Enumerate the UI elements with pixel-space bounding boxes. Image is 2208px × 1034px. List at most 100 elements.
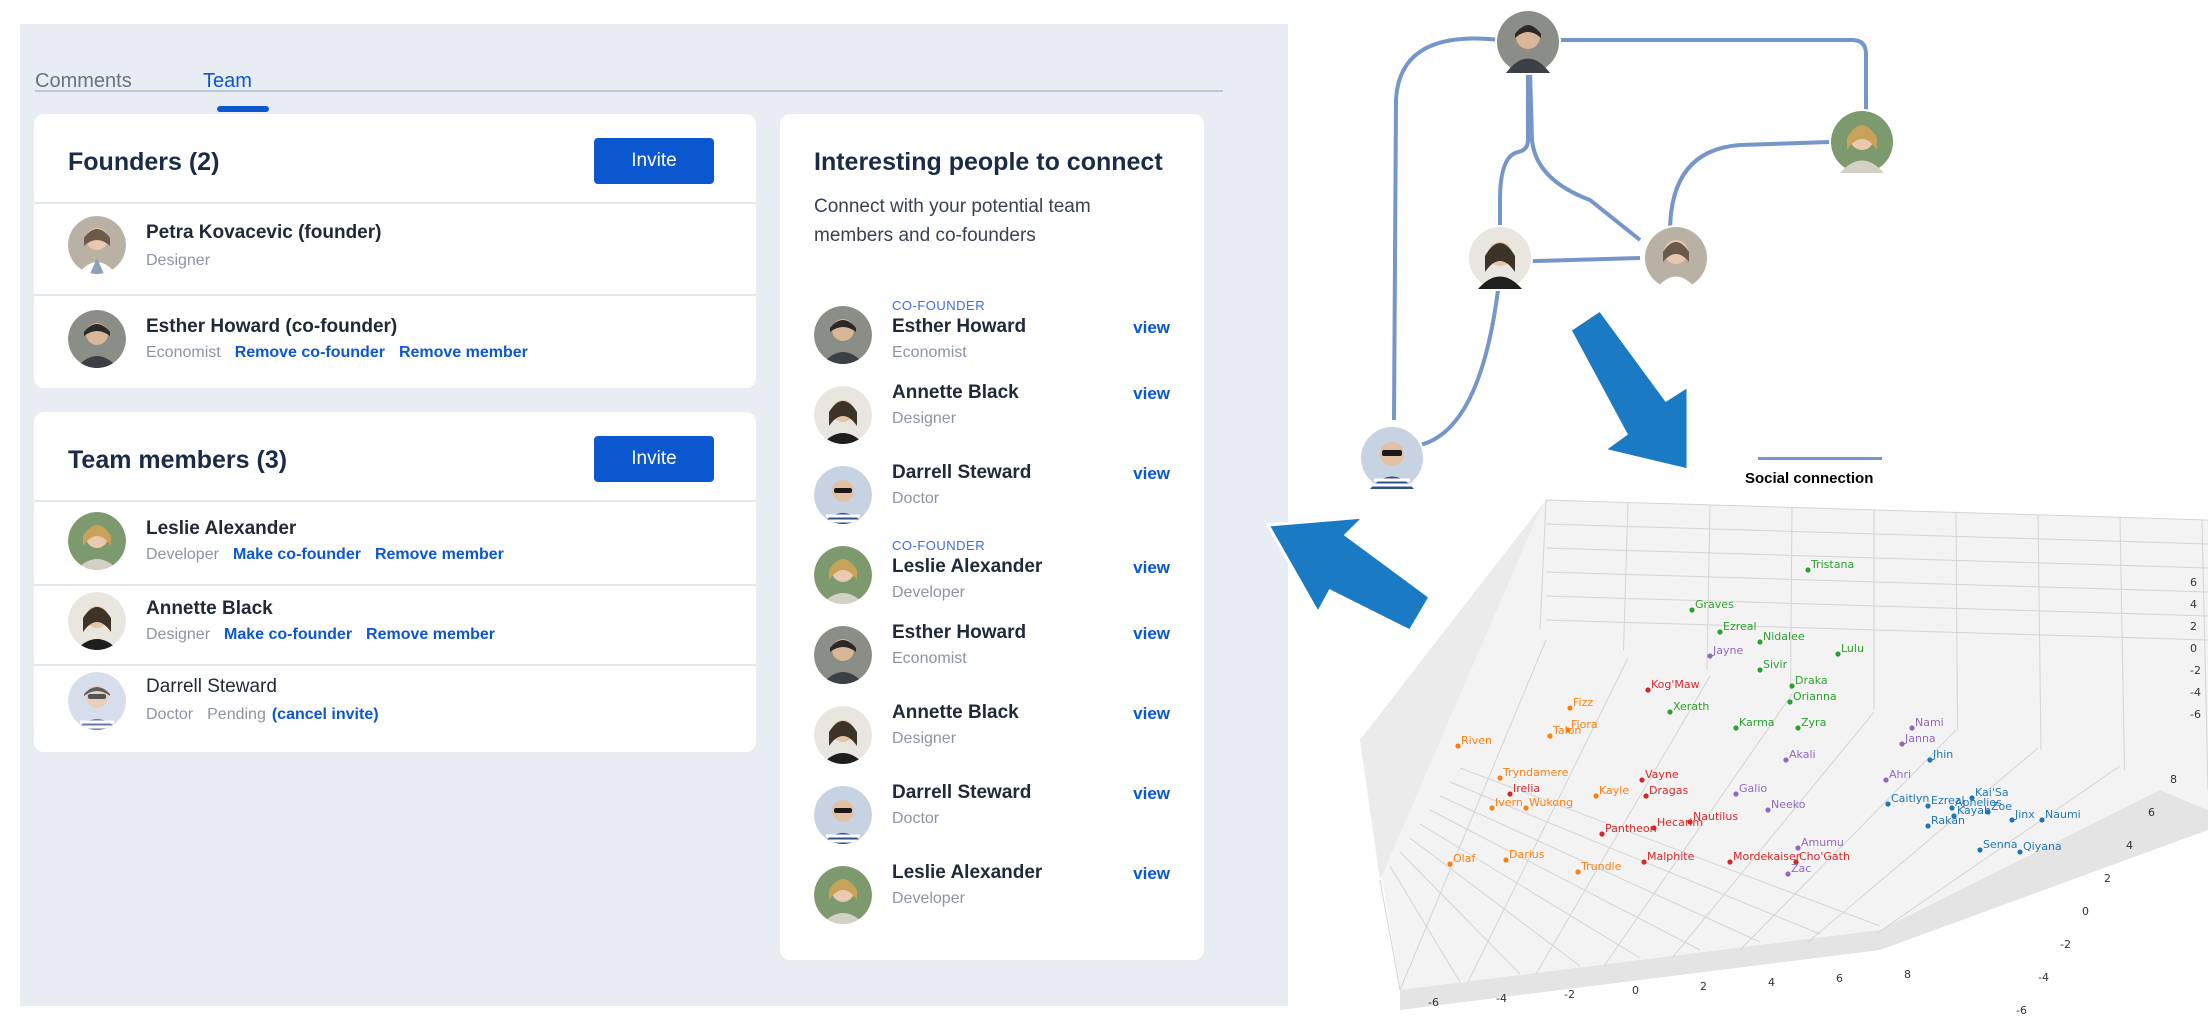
invite-founder-button[interactable]: Invite: [594, 138, 714, 184]
point-marker: [2017, 849, 2023, 855]
suggestion-role: Designer: [892, 410, 957, 427]
suggestion-role: Developer: [892, 584, 965, 601]
view-link[interactable]: view: [1133, 464, 1170, 484]
scatter-point: Neeko: [1765, 798, 1806, 813]
view-link[interactable]: view: [1133, 318, 1170, 338]
z-tick-label: -6: [2190, 708, 2201, 721]
point-label: Jhin: [1932, 748, 1953, 761]
avatar[interactable]: [814, 306, 872, 364]
avatar[interactable]: [814, 386, 872, 444]
point-marker: [1927, 757, 1933, 763]
point-label: Irelia: [1513, 782, 1540, 795]
role-text: Developer: [146, 546, 219, 563]
member-meta: Doctor Pending (cancel invite): [146, 706, 379, 724]
make-cofounder-link[interactable]: Make co-founder: [233, 546, 361, 563]
cancel-invite-link[interactable]: (cancel invite): [272, 706, 379, 723]
suggestion-item: Leslie Alexander Developer view: [780, 858, 1204, 936]
cofounder-tag: CO-FOUNDER: [892, 298, 986, 313]
view-link[interactable]: view: [1133, 784, 1170, 804]
scatter-point: Kayah: [1951, 804, 1991, 819]
point-marker: [1795, 845, 1801, 851]
y-tick-label: 2: [2104, 872, 2111, 885]
point-marker: [1733, 791, 1739, 797]
avatar[interactable]: [68, 672, 126, 730]
scatter-point: Wukong: [1523, 796, 1573, 811]
avatar[interactable]: [68, 592, 126, 650]
cofounder-name: Esther Howard (co-founder): [146, 316, 398, 337]
avatar[interactable]: [68, 310, 126, 368]
divider: [34, 500, 756, 502]
point-marker: [1547, 733, 1553, 739]
plot-panes: [1360, 500, 2208, 1010]
point-marker: [1565, 727, 1571, 733]
scatter-point: Pantheon: [1599, 822, 1657, 837]
scatter-point: Draka: [1789, 674, 1828, 689]
view-link[interactable]: view: [1133, 558, 1170, 578]
avatar[interactable]: [68, 216, 126, 274]
view-link[interactable]: view: [1133, 624, 1170, 644]
scatter-point: Mordekaiser: [1727, 850, 1801, 865]
avatar[interactable]: [68, 512, 126, 570]
role-text: Economist: [146, 344, 221, 361]
point-label: Vayne: [1645, 768, 1679, 781]
suggestion-name: Esther Howard: [892, 316, 1027, 337]
z-tick-label: -2: [2190, 664, 2201, 677]
point-marker: [1883, 777, 1889, 783]
point-label: Galio: [1739, 782, 1767, 795]
remove-member-link[interactable]: Remove member: [399, 344, 528, 361]
view-link[interactable]: view: [1133, 704, 1170, 724]
view-link[interactable]: view: [1133, 384, 1170, 404]
scatter-point: Zyra: [1795, 716, 1826, 731]
suggestion-role: Economist: [892, 344, 967, 361]
point-label: Janna: [1904, 732, 1936, 745]
divider: [34, 202, 756, 204]
tab-team[interactable]: Team: [203, 70, 252, 93]
remove-cofounder-link[interactable]: Remove co-founder: [235, 344, 385, 361]
point-marker: [1925, 823, 1931, 829]
suggestion-name: Leslie Alexander: [892, 862, 1043, 883]
avatar[interactable]: [814, 866, 872, 924]
scatter-point: Caitlyn: [1885, 792, 1929, 807]
point-marker: [1497, 775, 1503, 781]
point-label: Olaf: [1453, 852, 1476, 865]
make-cofounder-link[interactable]: Make co-founder: [224, 626, 352, 643]
invite-member-button[interactable]: Invite: [594, 436, 714, 482]
team-members-card: Team members (3) Invite Leslie Alexander…: [34, 412, 756, 752]
scatter-point: Vayne: [1639, 768, 1679, 783]
suggestion-item: Annette Black Designer view: [780, 378, 1204, 456]
point-label: Xerath: [1673, 700, 1709, 713]
scatter-point: Riven: [1455, 734, 1492, 749]
x-tick-label: -2: [1564, 988, 1575, 1001]
point-marker: [1909, 725, 1915, 731]
point-label: Dragas: [1649, 784, 1688, 797]
suggestion-name: Leslie Alexander: [892, 556, 1043, 577]
point-marker: [1645, 687, 1651, 693]
embedding-3d-plot: -6 -4 -2 0 2 4 6 8 -6 -4 -2 0 2 4 6 8 6 4 2 0 -2 -4 -6 Tristan…: [1360, 499, 2208, 1017]
point-marker: [1757, 667, 1763, 673]
avatar[interactable]: [814, 786, 872, 844]
y-tick-label: 6: [2148, 806, 2155, 819]
view-link[interactable]: view: [1133, 864, 1170, 884]
remove-member-link[interactable]: Remove member: [375, 546, 504, 563]
avatar[interactable]: [814, 466, 872, 524]
team-ui-panel: Comments Team Founders (2) Invite Petra …: [20, 24, 1288, 1006]
point-marker: [1641, 859, 1647, 865]
point-marker: [1639, 777, 1645, 783]
remove-member-link[interactable]: Remove member: [366, 626, 495, 643]
node-avatar: [1467, 225, 1533, 291]
z-tick-label: 0: [2190, 642, 2197, 655]
scatter-point: Hecarim: [1651, 816, 1703, 831]
point-label: Ivern: [1495, 796, 1523, 809]
avatar[interactable]: [814, 546, 872, 604]
x-tick-label: 2: [1700, 980, 1707, 993]
tab-comments[interactable]: Comments: [35, 70, 132, 93]
suggestion-item: Esther Howard Economist view: [780, 618, 1204, 696]
scatter-point: Xerath: [1667, 700, 1709, 715]
avatar[interactable]: [814, 706, 872, 764]
point-label: Wukong: [1529, 796, 1573, 809]
edge: [1419, 289, 1500, 447]
scatter-point: Kayle: [1593, 784, 1629, 799]
node-avatar: [1643, 225, 1709, 291]
point-marker: [1503, 857, 1509, 863]
avatar[interactable]: [814, 626, 872, 684]
